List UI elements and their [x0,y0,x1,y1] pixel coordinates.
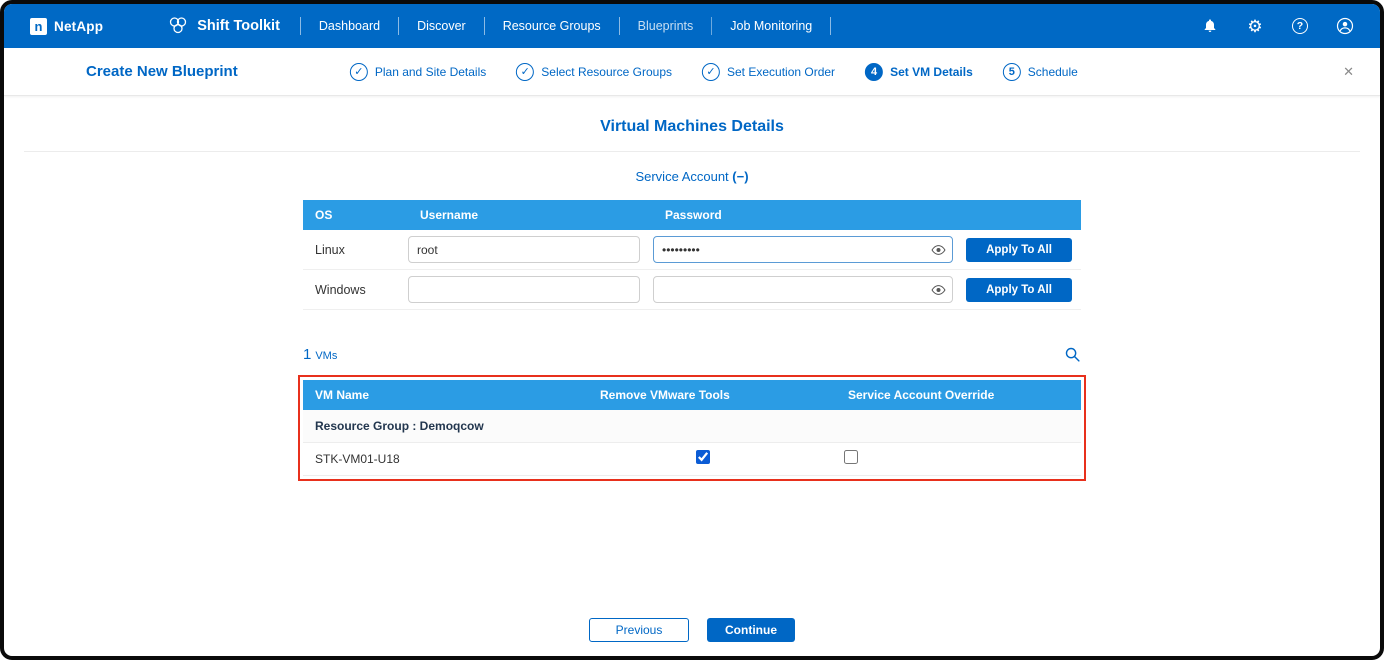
windows-password-field[interactable] [653,276,953,303]
windows-username-field[interactable] [408,276,640,303]
remove-vmware-tools-checkbox[interactable] [696,450,710,464]
vm-count: 1 [303,346,311,363]
step-check-icon: ✓ [516,63,534,81]
vm-name: STK-VM01-U18 [303,452,588,466]
step-schedule[interactable]: 5 Schedule [1003,63,1078,81]
col-os: OS [303,208,408,222]
settings-gear-icon[interactable]: ⚙ [1246,17,1264,35]
table-row-vm: STK-VM01-U18 [303,443,1081,476]
netapp-logo-icon: n [30,18,47,35]
title-divider [24,151,1360,152]
close-icon[interactable]: ✕ [1343,64,1354,80]
col-password: Password [653,208,963,222]
step-set-execution-order[interactable]: ✓ Set Execution Order [702,63,835,81]
netapp-brand: n NetApp [30,18,103,35]
top-navbar: n NetApp Shift Toolkit Dashboard Discove… [4,4,1380,48]
apply-to-all-windows-button[interactable]: Apply To All [966,278,1072,302]
vm-count-label: VMs [315,350,337,362]
apply-to-all-linux-button[interactable]: Apply To All [966,238,1072,262]
previous-button[interactable]: Previous [589,618,689,642]
search-icon[interactable] [1064,346,1081,366]
wizard-footer: Previous Continue [4,610,1380,656]
step-select-resource-groups[interactable]: ✓ Select Resource Groups [516,63,672,81]
col-service-account-override: Service Account Override [836,388,1081,402]
wizard-stepper: ✓ Plan and Site Details ✓ Select Resourc… [350,63,1078,81]
account-icon[interactable] [1336,17,1354,35]
nav-item-blueprints[interactable]: Blueprints [620,17,713,35]
app-window: n NetApp Shift Toolkit Dashboard Discove… [0,0,1384,660]
main-content: Virtual Machines Details Service Account… [4,96,1380,610]
show-password-eye-icon[interactable] [931,244,946,256]
step-number: 4 [865,63,883,81]
show-password-eye-icon[interactable] [931,284,946,296]
resource-group-row: Resource Group : Demoqcow [303,410,1081,443]
linux-password-field[interactable] [653,236,953,263]
nav-item-discover[interactable]: Discover [399,17,485,35]
vm-list-header: 1 VMs [303,346,1081,366]
vm-details-title: Virtual Machines Details [4,118,1380,136]
table-row-linux: Linux Apply To Al [303,230,1081,270]
continue-button[interactable]: Continue [707,618,795,642]
col-username: Username [408,208,653,222]
step-set-vm-details[interactable]: 4 Set VM Details [865,63,973,81]
nav-item-dashboard[interactable]: Dashboard [301,17,399,35]
nav-item-job-monitoring[interactable]: Job Monitoring [712,17,831,35]
service-account-table-header: OS Username Password [303,200,1081,230]
wizard-header: Create New Blueprint ✓ Plan and Site Det… [4,48,1380,96]
service-account-section-title: Service Account (−) [4,169,1380,184]
os-label: Linux [303,243,408,257]
os-label: Windows [303,283,408,297]
service-account-override-checkbox[interactable] [844,450,858,464]
shift-toolkit-icon [167,16,189,36]
vm-table: VM Name Remove VMware Tools Service Acco… [303,380,1081,476]
col-remove-vmware-tools: Remove VMware Tools [588,388,836,402]
step-number: 5 [1003,63,1021,81]
table-row-windows: Windows Apply To [303,270,1081,310]
step-plan-and-site-details[interactable]: ✓ Plan and Site Details [350,63,486,81]
col-vm-name: VM Name [303,388,588,402]
main-nav: Dashboard Discover Resource Groups Bluep… [300,17,831,35]
step-check-icon: ✓ [702,63,720,81]
collapse-toggle-icon[interactable]: (−) [732,169,748,184]
app-title-text: Shift Toolkit [197,18,280,34]
page-title: Create New Blueprint [86,63,238,80]
service-account-table: OS Username Password Linux [303,200,1081,310]
step-check-icon: ✓ [350,63,368,81]
brand-text: NetApp [54,19,103,34]
nav-item-resource-groups[interactable]: Resource Groups [485,17,620,35]
help-icon[interactable]: ? [1291,17,1309,35]
vm-table-header: VM Name Remove VMware Tools Service Acco… [303,380,1081,410]
app-title: Shift Toolkit [167,16,300,36]
notifications-bell-icon[interactable] [1201,17,1219,35]
navbar-icons: ⚙ ? [1201,17,1354,35]
linux-username-field[interactable] [408,236,640,263]
